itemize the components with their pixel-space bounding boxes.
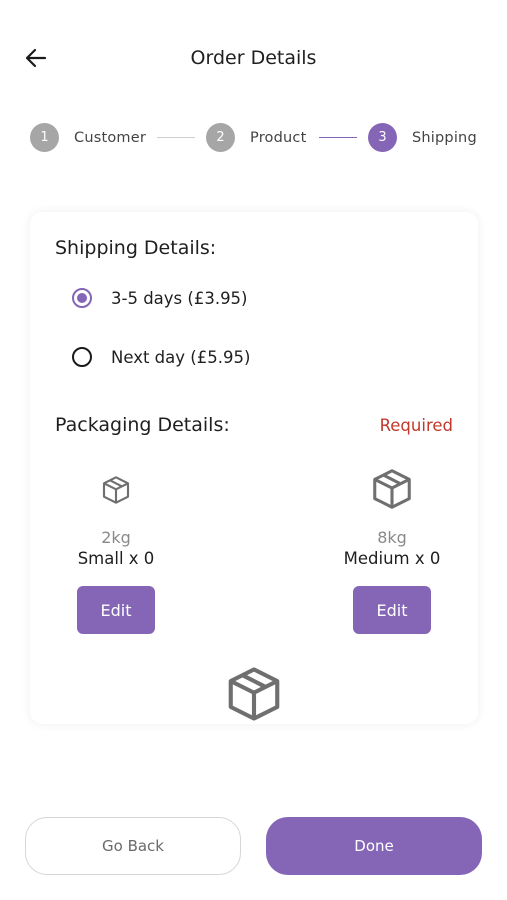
- radio-button-selected[interactable]: [72, 288, 92, 308]
- box-icon: [184, 662, 324, 724]
- edit-medium-button[interactable]: Edit: [353, 586, 431, 634]
- step-connector: [157, 137, 195, 138]
- packaging-details-title: Packaging Details:: [55, 414, 230, 436]
- shipping-card: Shipping Details: 3-5 days (£3.95) Next …: [30, 212, 478, 724]
- required-label: Required: [379, 416, 453, 435]
- shipping-option-label: 3-5 days (£3.95): [111, 288, 248, 308]
- package-medium: 8kg Medium x 0 Edit: [322, 464, 462, 634]
- step-number: 2: [206, 123, 235, 152]
- step-customer[interactable]: 1 Customer: [30, 123, 146, 152]
- go-back-button[interactable]: Go Back: [25, 817, 241, 875]
- step-label: Shipping: [412, 129, 477, 146]
- box-icon: [46, 470, 186, 510]
- package-weight: 2kg: [101, 528, 131, 547]
- shipping-option-standard[interactable]: 3-5 days (£3.95): [72, 288, 248, 308]
- step-shipping[interactable]: 3 Shipping: [368, 123, 477, 152]
- shipping-details-title: Shipping Details:: [55, 237, 217, 259]
- step-number: 1: [30, 123, 59, 152]
- step-product[interactable]: 2 Product: [206, 123, 306, 152]
- package-large: [184, 662, 324, 724]
- step-number: 3: [368, 123, 397, 152]
- package-name: Medium x 0: [343, 549, 441, 568]
- package-weight: 8kg: [377, 528, 407, 547]
- package-name: Small x 0: [77, 549, 155, 568]
- done-button[interactable]: Done: [266, 817, 482, 875]
- box-icon: [322, 464, 462, 514]
- order-details-screen: Order Details 1 Customer 2 Product 3 Shi…: [0, 0, 507, 900]
- radio-button[interactable]: [72, 347, 92, 367]
- shipping-option-label: Next day (£5.95): [111, 347, 251, 367]
- edit-small-button[interactable]: Edit: [77, 586, 155, 634]
- step-label: Customer: [74, 129, 147, 146]
- progress-stepper: 1 Customer 2 Product 3 Shipping: [30, 123, 490, 153]
- page-title: Order Details: [190, 47, 317, 69]
- step-label: Product: [250, 129, 307, 146]
- step-connector: [319, 137, 357, 138]
- shipping-option-next-day[interactable]: Next day (£5.95): [72, 347, 250, 367]
- package-small: 2kg Small x 0 Edit: [46, 470, 186, 634]
